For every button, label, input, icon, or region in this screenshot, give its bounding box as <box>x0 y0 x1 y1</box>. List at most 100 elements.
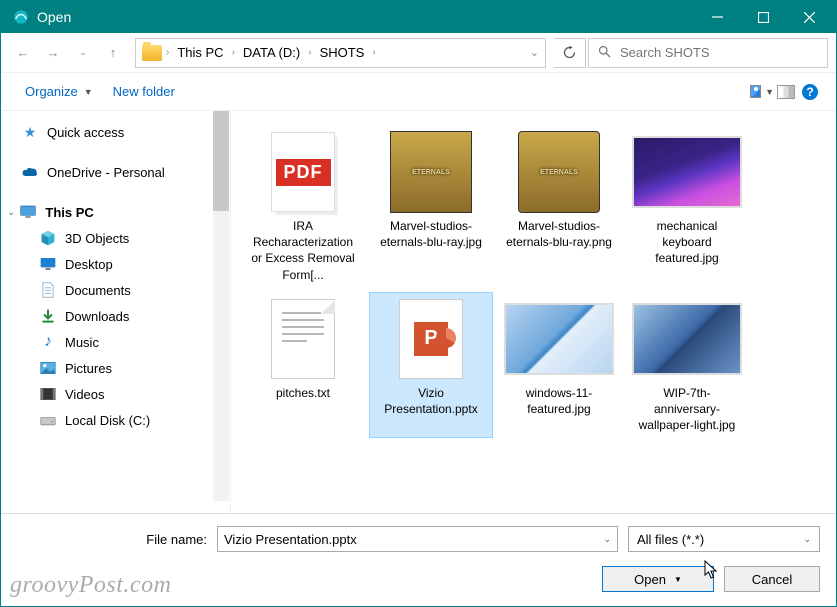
filter-label: All files (*.*) <box>637 532 704 547</box>
cube-icon <box>39 230 57 246</box>
sidebar-item-desktop[interactable]: Desktop <box>1 251 230 277</box>
recent-locations-dropdown[interactable]: ⌄ <box>69 39 97 67</box>
sidebar-item-music[interactable]: ♪ Music <box>1 329 230 355</box>
file-label: Marvel-studios-eternals-blu-ray.png <box>502 218 616 250</box>
file-label: IRA Recharacterization or Excess Removal… <box>246 218 360 283</box>
sidebar-item-label: 3D Objects <box>65 231 129 246</box>
sidebar-item-label: Downloads <box>65 309 129 324</box>
sidebar-item-local-disk-c[interactable]: Local Disk (C:) <box>1 407 230 433</box>
chevron-down-icon: ▼ <box>84 87 93 97</box>
preview-pane-button[interactable] <box>774 80 798 104</box>
picture-icon <box>750 85 761 98</box>
forward-button[interactable]: → <box>39 39 67 67</box>
file-item[interactable]: WIP-7th-anniversary-wallpaper-light.jpg <box>625 292 749 439</box>
file-thumbnail <box>631 130 743 214</box>
back-button[interactable]: ← <box>9 39 37 67</box>
sidebar-item-quick-access[interactable]: ★ Quick access <box>1 119 230 145</box>
address-bar[interactable]: › This PC › DATA (D:) › SHOTS › ⌄ <box>135 38 546 68</box>
open-button[interactable]: Open▼ <box>602 566 714 592</box>
minimize-button[interactable] <box>694 1 740 33</box>
file-item[interactable]: ETERNALS Marvel-studios-eternals-blu-ray… <box>369 125 493 288</box>
help-icon: ? <box>802 84 818 100</box>
chevron-down-icon[interactable]: ⌄ <box>603 534 611 545</box>
file-type-filter[interactable]: All files (*.*) ⌄ <box>628 526 820 552</box>
file-item[interactable]: mechanical keyboard featured.jpg <box>625 125 749 288</box>
file-thumbnail <box>503 297 615 381</box>
text-icon <box>272 300 334 378</box>
file-item[interactable]: ETERNALS Marvel-studios-eternals-blu-ray… <box>497 125 621 288</box>
mouse-cursor-icon <box>704 560 718 580</box>
video-icon <box>39 386 57 402</box>
file-thumbnail: PDF <box>247 130 359 214</box>
new-folder-label: New folder <box>113 84 175 99</box>
cancel-button-label: Cancel <box>752 572 792 587</box>
chevron-down-icon: ▼ <box>765 87 774 97</box>
file-item[interactable]: pitches.txt <box>241 292 365 439</box>
filename-combobox[interactable]: ⌄ <box>217 526 618 552</box>
file-label: WIP-7th-anniversary-wallpaper-light.jpg <box>630 385 744 434</box>
file-list[interactable]: PDF IRA Recharacterization or Excess Rem… <box>231 111 836 513</box>
sidebar-item-pictures[interactable]: Pictures <box>1 355 230 381</box>
sidebar-item-3d-objects[interactable]: 3D Objects <box>1 225 230 251</box>
file-label: mechanical keyboard featured.jpg <box>630 218 744 267</box>
sidebar-item-videos[interactable]: Videos <box>1 381 230 407</box>
sidebar-item-documents[interactable]: Documents <box>1 277 230 303</box>
close-button[interactable] <box>786 1 832 33</box>
breadcrumb-data-d[interactable]: DATA (D:) <box>239 43 304 62</box>
image-thumbnail <box>504 303 614 375</box>
window-title: Open <box>37 9 694 25</box>
pdf-icon: PDF <box>276 159 331 186</box>
preview-icon <box>777 85 795 99</box>
breadcrumb-shots[interactable]: SHOTS <box>316 43 369 62</box>
split-button-dropdown-icon[interactable]: ▼ <box>674 575 682 584</box>
sidebar-item-this-pc[interactable]: This PC <box>1 199 230 225</box>
file-thumbnail: ETERNALS <box>375 130 487 214</box>
organize-button[interactable]: Organize ▼ <box>15 78 103 105</box>
up-button[interactable]: ↑ <box>99 39 127 67</box>
file-thumbnail <box>247 297 359 381</box>
poster-text: ETERNALS <box>540 169 578 176</box>
file-label: Marvel-studios-eternals-blu-ray.jpg <box>374 218 488 250</box>
scrollbar-thumb[interactable] <box>213 111 229 211</box>
nav-bar: ← → ⌄ ↑ › This PC › DATA (D:) › SHOTS › … <box>1 33 836 73</box>
chevron-right-icon: › <box>232 47 235 58</box>
file-thumbnail <box>631 297 743 381</box>
sidebar-item-label: This PC <box>45 205 93 220</box>
sidebar-item-label: Videos <box>65 387 105 402</box>
sidebar-item-onedrive[interactable]: OneDrive - Personal <box>1 159 230 185</box>
help-button[interactable]: ? <box>798 80 822 104</box>
image-thumbnail <box>632 303 742 375</box>
breadcrumb-thispc[interactable]: This PC <box>173 43 227 62</box>
file-item-selected[interactable]: P Vizio Presentation.pptx <box>369 292 493 439</box>
chevron-right-icon: › <box>372 47 375 58</box>
sidebar-item-downloads[interactable]: Downloads <box>1 303 230 329</box>
document-icon <box>39 282 57 298</box>
pictures-icon <box>39 360 57 376</box>
maximize-button[interactable] <box>740 1 786 33</box>
organize-label: Organize <box>25 84 78 99</box>
open-file-dialog: Open ← → ⌄ ↑ › This PC › DATA (D:) › SHO… <box>0 0 837 607</box>
file-label: pitches.txt <box>274 385 332 401</box>
titlebar: Open <box>1 1 836 33</box>
desktop-icon <box>39 256 57 272</box>
file-item[interactable]: windows-11-featured.jpg <box>497 292 621 439</box>
poster-text: ETERNALS <box>412 169 450 176</box>
toolbar: Organize ▼ New folder ▼ ? <box>1 73 836 111</box>
sidebar-item-label: Desktop <box>65 257 113 272</box>
sidebar-item-label: Pictures <box>65 361 112 376</box>
refresh-button[interactable] <box>554 38 586 68</box>
search-box[interactable] <box>588 38 828 68</box>
monitor-icon <box>19 204 37 220</box>
search-input[interactable] <box>620 45 819 60</box>
file-item[interactable]: PDF IRA Recharacterization or Excess Rem… <box>241 125 365 288</box>
file-label: Vizio Presentation.pptx <box>374 385 488 417</box>
filename-input[interactable] <box>224 532 603 547</box>
address-dropdown-icon[interactable]: ⌄ <box>530 46 539 59</box>
download-icon <box>39 308 57 324</box>
sidebar-item-label: OneDrive - Personal <box>47 165 165 180</box>
app-icon <box>11 7 31 27</box>
cancel-button[interactable]: Cancel <box>724 566 820 592</box>
new-folder-button[interactable]: New folder <box>103 78 185 105</box>
sidebar-item-label: Music <box>65 335 99 350</box>
view-mode-button[interactable]: ▼ <box>750 80 774 104</box>
